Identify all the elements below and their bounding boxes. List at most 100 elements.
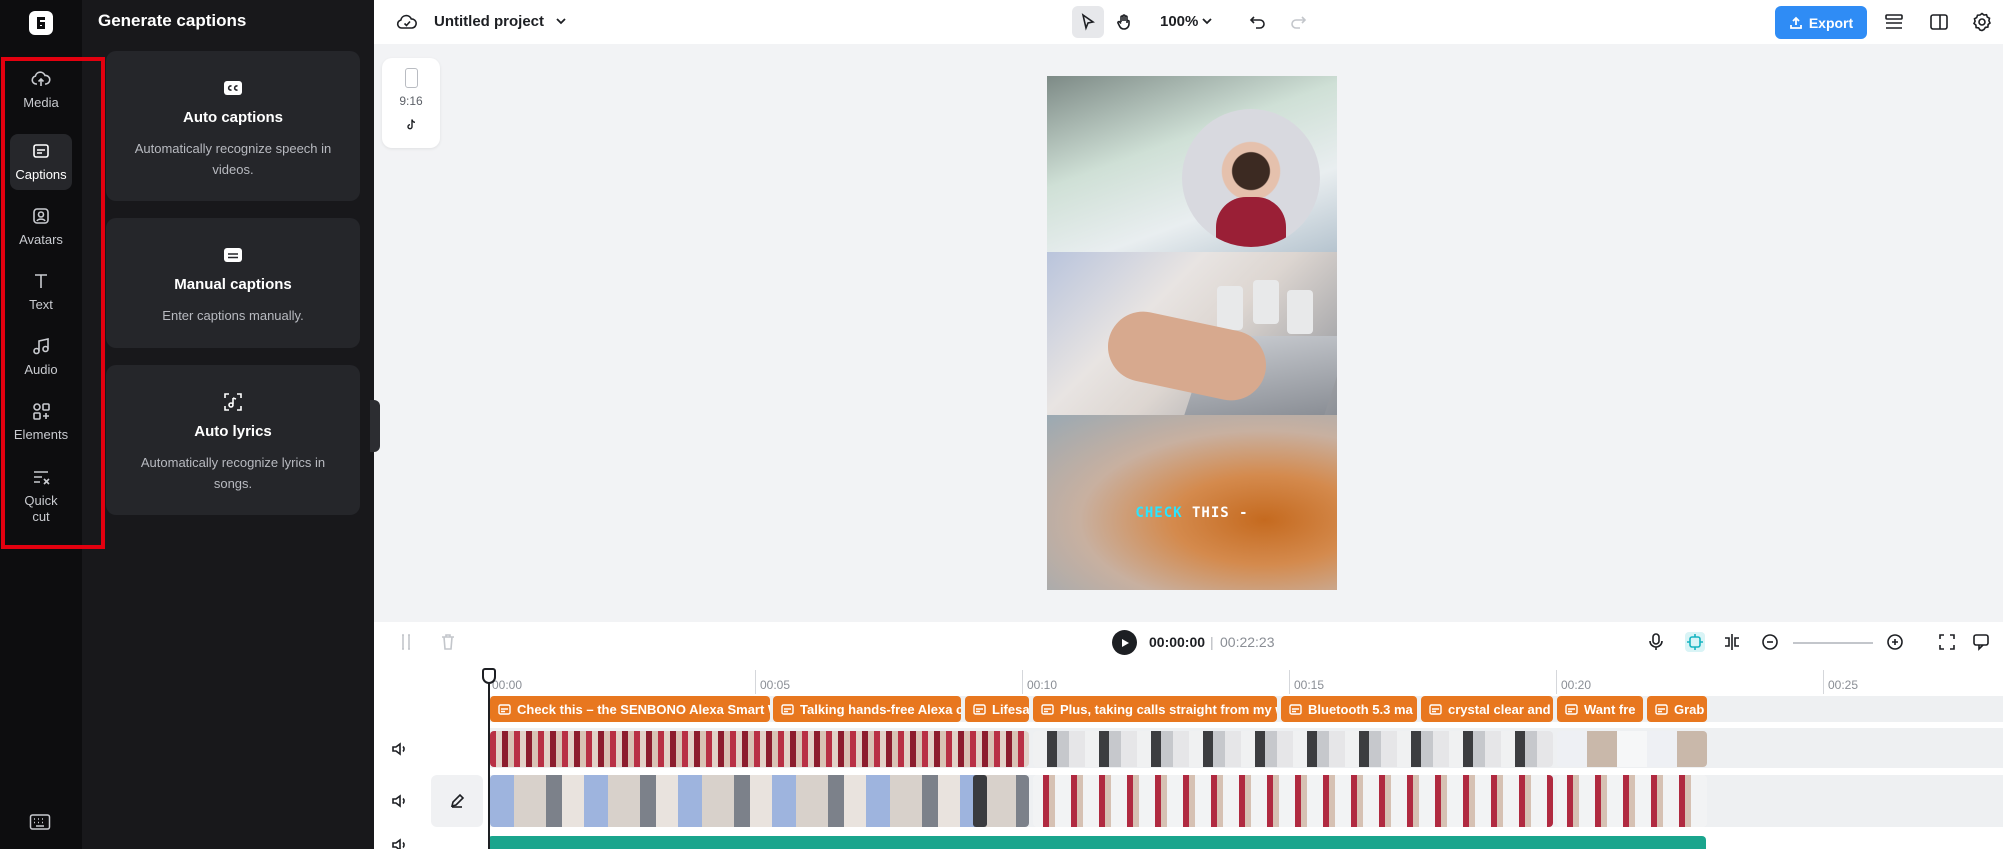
export-icon <box>1789 16 1802 29</box>
caption-clip-icon <box>498 703 511 715</box>
rail-item-avatars[interactable]: Avatars <box>10 199 72 255</box>
select-tool-button[interactable] <box>1072 6 1104 38</box>
caption-clip-text: Check this – the SENBONO Alexa Smart W <box>517 701 770 717</box>
overlay-video-clip[interactable] <box>1557 731 1707 767</box>
microphone-icon[interactable] <box>1646 632 1666 652</box>
rail-item-elements[interactable]: Elements <box>10 394 72 450</box>
caption-clip-icon <box>973 703 986 715</box>
audio-clip[interactable] <box>488 836 1706 849</box>
caption-clip[interactable]: Plus, taking calls straight from my w <box>1033 696 1277 722</box>
caption-clip-text: Lifesa <box>992 701 1029 717</box>
timeline: 00:00 00:05 00:10 00:15 00:20 00:25 Chec… <box>374 662 2003 849</box>
export-button[interactable]: Export <box>1775 6 1867 39</box>
caption-clip-text: crystal clear and s <box>1448 701 1553 717</box>
main-video-clip[interactable] <box>490 775 1029 827</box>
ruler-label: 00:15 <box>1294 678 1325 692</box>
playhead-handle[interactable] <box>482 668 496 684</box>
ruler-label: 00:20 <box>1561 678 1592 692</box>
caption-clip-icon <box>1041 703 1054 715</box>
cloud-upload-icon <box>31 71 51 86</box>
ruler-tick <box>1823 670 1824 694</box>
ruler-label: 00:25 <box>1828 678 1859 692</box>
overlay-video-clip[interactable] <box>490 731 1029 767</box>
main-video-clip[interactable] <box>1033 775 1553 827</box>
project-name[interactable]: Untitled project <box>434 13 544 30</box>
caption-clip[interactable]: Talking hands-free Alexa c <box>773 696 961 722</box>
hand-tool-button[interactable] <box>1108 6 1140 38</box>
caption-clip[interactable]: crystal clear and s <box>1421 696 1553 722</box>
caption-highlight-word: CHECK <box>1135 505 1183 521</box>
layers-icon[interactable] <box>1883 11 1905 33</box>
feedback-icon[interactable] <box>1971 632 1991 652</box>
playhead[interactable] <box>488 668 490 849</box>
caption-clip[interactable]: Check this – the SENBONO Alexa Smart W <box>490 696 770 722</box>
caption-clip-icon <box>1565 703 1578 715</box>
rail-item-text[interactable]: Text <box>10 264 72 320</box>
caption-clip[interactable]: Bluetooth 5.3 ma <box>1281 696 1417 722</box>
rail-label-captions: Captions <box>15 167 67 182</box>
auto-captions-card[interactable]: Auto captions Automatically recognize sp… <box>106 51 360 201</box>
main-video-clip[interactable] <box>1557 775 1707 827</box>
card-title: Manual captions <box>174 276 292 293</box>
delete-trash-icon[interactable] <box>438 632 458 652</box>
timeline-zoom-slider[interactable] <box>1793 642 1873 644</box>
rail-item-captions[interactable]: Captions <box>10 134 72 190</box>
split-link-icon[interactable] <box>1722 632 1742 652</box>
caption-clip-icon <box>1429 703 1442 715</box>
rail-label-avatars: Avatars <box>19 232 63 247</box>
manual-captions-card[interactable]: Manual captions Enter captions manually. <box>106 218 360 348</box>
quick-cut-icon <box>34 471 50 485</box>
card-desc: Enter captions manually. <box>162 308 304 323</box>
rail-item-media[interactable]: Media <box>10 62 72 118</box>
plant-pot <box>1253 280 1279 324</box>
caption-clip-icon <box>1655 703 1668 715</box>
fullscreen-icon[interactable] <box>1937 632 1957 652</box>
zoom-chevron-down-icon[interactable] <box>1200 14 1214 28</box>
video-preview[interactable]: CHECK THIS - <box>1047 76 1337 590</box>
card-desc: Automatically recognize lyrics in songs. <box>140 455 326 491</box>
split-tool-icon[interactable] <box>396 632 416 652</box>
zoom-out-icon[interactable] <box>1760 632 1780 652</box>
hand-icon <box>1117 14 1130 30</box>
aspect-ratio-widget[interactable]: 9:16 <box>382 58 440 148</box>
main-track-volume-icon[interactable] <box>390 792 408 810</box>
ruler-tick <box>1556 670 1557 694</box>
rail-label-media: Media <box>23 95 59 110</box>
layout-panel-icon[interactable] <box>1928 11 1950 33</box>
overlay-track-volume-icon[interactable] <box>390 740 408 758</box>
play-button[interactable] <box>1112 630 1137 655</box>
rail-item-quick-cut[interactable]: Quick cut <box>10 463 72 529</box>
preview-segment-bottom <box>1047 415 1337 590</box>
auto-lyrics-card[interactable]: Auto lyrics Automatically recognize lyri… <box>106 365 360 515</box>
cover-edit-button[interactable] <box>431 775 483 827</box>
caption-clip[interactable]: Grab <box>1647 696 1707 722</box>
magnet-snap-icon[interactable] <box>1685 632 1705 652</box>
zoom-level[interactable]: 100% <box>1160 13 1198 30</box>
overlay-video-clip[interactable] <box>1033 731 1553 767</box>
caption-rest-words: THIS - <box>1192 505 1249 521</box>
settings-gear-icon[interactable] <box>1971 11 1993 33</box>
caption-clip[interactable]: Want fre <box>1557 696 1643 722</box>
rail-label-text: Text <box>29 297 53 312</box>
keyboard-shortcuts-icon[interactable] <box>29 813 51 831</box>
card-title: Auto captions <box>183 109 283 126</box>
panel-collapse-handle[interactable] <box>370 400 380 452</box>
elements-icon <box>33 403 50 420</box>
audio-track-volume-icon[interactable] <box>390 836 408 849</box>
presenter-avatar <box>1182 109 1320 247</box>
rail-label-elements: Elements <box>13 427 69 442</box>
app-logo[interactable] <box>29 11 53 35</box>
clip-split-handle[interactable] <box>973 775 987 827</box>
redo-button[interactable] <box>1282 6 1314 38</box>
preview-caption[interactable]: CHECK THIS - <box>1047 505 1337 521</box>
undo-button[interactable] <box>1242 6 1274 38</box>
chevron-down-icon[interactable] <box>554 14 568 28</box>
ruler-tick <box>1022 670 1023 694</box>
current-time: 00:00:00 <box>1149 634 1206 650</box>
pointer-icon <box>1081 13 1095 31</box>
presenter-shirt <box>1216 197 1286 247</box>
cloud-sync-icon[interactable] <box>396 12 418 32</box>
rail-item-audio[interactable]: Audio <box>10 329 72 385</box>
zoom-in-icon[interactable] <box>1885 632 1905 652</box>
caption-clip[interactable]: Lifesa <box>965 696 1029 722</box>
